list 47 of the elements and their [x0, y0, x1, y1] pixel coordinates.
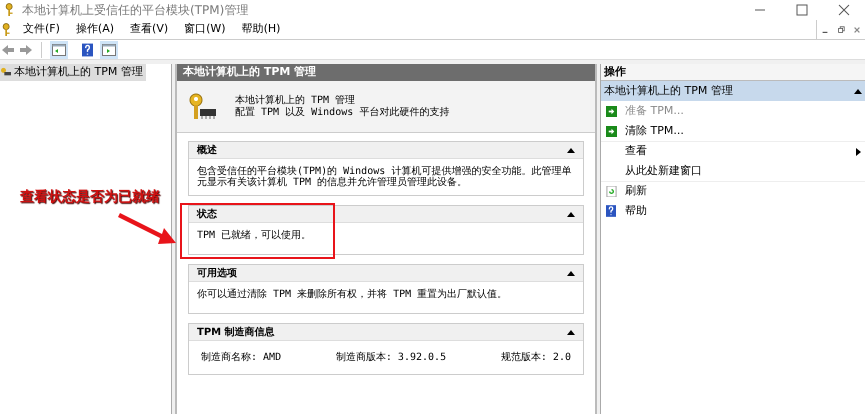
close-icon[interactable] — [853, 26, 861, 34]
action-item[interactable]: 从此处新建窗口 — [601, 161, 865, 181]
panel-header: 本地计算机上的 TPM 管理 — [177, 64, 595, 81]
forward-button[interactable] — [19, 42, 33, 56]
section-title: 可用选项 — [197, 266, 237, 280]
info-field: 制造商名称: AMD — [201, 350, 282, 365]
arrow-icon — [606, 126, 616, 136]
section-title: TPM 制造商信息 — [197, 325, 275, 340]
info-title: 本地计算机上的 TPM 管理 — [235, 94, 356, 106]
collapse-button[interactable] — [567, 329, 575, 335]
key-icon — [0, 67, 12, 78]
arrow-icon — [606, 106, 616, 116]
section-text: TPM 已就绪，可以使用。 — [197, 230, 312, 241]
action-item[interactable]: 查看 — [601, 141, 865, 161]
tree-item[interactable]: 本地计算机上的 TPM 管理 — [0, 64, 146, 80]
back-button[interactable] — [1, 42, 15, 56]
collapse-button[interactable] — [567, 270, 575, 276]
action-item[interactable]: 刷新 — [601, 181, 865, 201]
key-chip-icon — [187, 92, 217, 122]
actions-group[interactable]: 本地计算机上的 TPM 管理 — [601, 81, 865, 101]
actions-header: 操作 — [601, 64, 865, 81]
show-actions-button[interactable] — [100, 40, 118, 58]
restore-icon[interactable] — [837, 26, 845, 34]
help-icon — [606, 205, 616, 217]
section-text: 包含受信任的平台模块(TPM)的 Windows 计算机可提供增强的安全功能。此管理单元显示有关该计算机 TPM 的信息并允许管理员管理此设备。 — [197, 166, 572, 188]
collapse-button[interactable] — [567, 211, 575, 217]
section-text: 你可以通过清除 TPM 来删除所有权，并将 TPM 重置为出厂默认值。 — [197, 289, 508, 300]
info-subtitle: 配置 TPM 以及 Windows 平台对此硬件的支持 — [235, 106, 450, 118]
menu-item[interactable]: 文件(F) — [23, 21, 60, 38]
collapse-button[interactable] — [567, 147, 575, 153]
section-title: 状态 — [197, 208, 217, 222]
annotation-text: 查看状态是否为已就绪 — [20, 188, 160, 207]
section-title: 概述 — [197, 144, 217, 158]
show-tree-button[interactable] — [50, 40, 68, 58]
arrow-icon — [118, 210, 178, 246]
info-field: 制造商版本: 3.92.0.5 — [336, 350, 446, 365]
menu-item[interactable]: 窗口(W) — [184, 21, 226, 38]
menu-item[interactable]: 查看(V) — [130, 21, 168, 38]
menu-item[interactable]: 操作(A) — [76, 21, 114, 38]
collapse-icon — [854, 88, 862, 94]
menu-item[interactable]: 帮助(H) — [242, 21, 280, 38]
refresh-icon — [606, 186, 616, 197]
submenu-arrow-icon — [856, 148, 861, 156]
action-item[interactable]: 清除 TPM... — [601, 121, 865, 141]
info-field: 规范版本: 2.0 — [500, 350, 571, 365]
window-title: 本地计算机上受信任的平台模块(TPM)管理 — [22, 2, 250, 19]
action-item[interactable]: 帮助 — [601, 201, 865, 221]
